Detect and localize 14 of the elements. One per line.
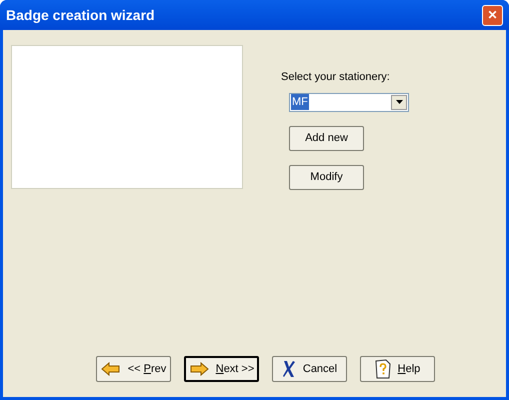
help-document-icon [374, 359, 391, 379]
right-arrow-icon [188, 362, 209, 376]
left-arrow-icon [100, 362, 121, 376]
window-title: Badge creation wizard [6, 6, 155, 25]
stationery-dropdown[interactable]: MF [289, 92, 409, 112]
side-button[interactable]: Add new [289, 126, 364, 150]
side-button[interactable]: Modify [289, 164, 364, 190]
next-button[interactable]: Next >> [184, 356, 259, 382]
close-button[interactable]: ✕ [482, 4, 503, 26]
help-button[interactable]: Help [360, 356, 435, 382]
prev-button[interactable]: << Prev [96, 356, 171, 382]
cancel-button[interactable]: Cancel [272, 356, 347, 382]
x-mark-icon [282, 360, 296, 378]
stationery-label: Select your stationery: [281, 70, 391, 85]
